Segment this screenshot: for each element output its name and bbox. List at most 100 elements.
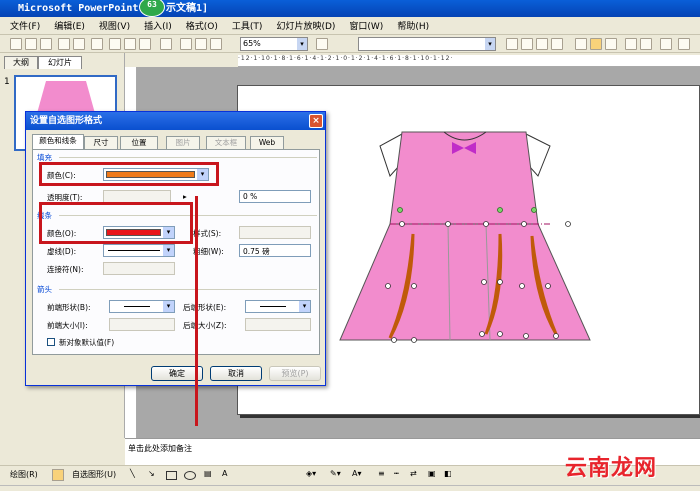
transparency-input[interactable]: 0 % (239, 190, 311, 203)
tab-size[interactable]: 尺寸 (84, 136, 118, 149)
arrow-style-icon[interactable]: ⇄ (410, 469, 417, 478)
tab-position[interactable]: 位置 (120, 136, 158, 149)
align-right-icon[interactable] (605, 38, 617, 50)
font-select[interactable]: ▾ (358, 37, 496, 51)
end-style-select[interactable]: ▾ (245, 300, 311, 313)
line-style-icon[interactable]: ≡ (378, 469, 385, 478)
menu-help[interactable]: 帮助(H) (397, 19, 429, 32)
font-grow-icon[interactable] (660, 38, 672, 50)
end-size-select[interactable] (245, 318, 311, 331)
numbering-icon[interactable] (625, 38, 637, 50)
3d-style-icon[interactable]: ◧ (444, 469, 452, 478)
fill-color-icon[interactable]: ◈▾ (306, 469, 316, 478)
arrow-preview (124, 306, 150, 307)
chevron-down-icon: ▾ (485, 38, 495, 50)
chevron-down-icon: ▾ (163, 245, 174, 256)
shadow-style-icon[interactable]: ▣ (428, 469, 436, 478)
slide-number: 1 (4, 77, 10, 87)
menu-tools[interactable]: 工具(T) (232, 19, 263, 32)
line-color-icon[interactable]: ✎▾ (330, 469, 341, 478)
end-style-label: 后端形状(E): (183, 303, 227, 312)
paste-icon[interactable] (139, 38, 151, 50)
horizontal-ruler: ·12·1·10·1·8·1·6·1·4·1·2·1·0·1·2·1·4·1·6… (238, 55, 700, 67)
close-icon[interactable]: × (309, 114, 323, 128)
begin-style-select[interactable]: ▾ (109, 300, 175, 313)
tab-colors-lines[interactable]: 颜色和线条 (32, 134, 84, 149)
oval-tool-icon[interactable] (184, 471, 196, 480)
weight-input[interactable]: 0.75 磅 (239, 244, 311, 257)
tab-slides[interactable]: 幻灯片 (38, 56, 82, 69)
chevron-down-icon: ▾ (297, 38, 307, 50)
bodice[interactable] (389, 131, 539, 225)
dash-label: 虚线(D): (47, 247, 77, 256)
menu-file[interactable]: 文件(F) (10, 19, 40, 32)
font-color-icon[interactable]: A▾ (352, 469, 362, 478)
align-left-icon[interactable] (575, 38, 587, 50)
default-checkbox[interactable] (47, 338, 55, 346)
rectangle-tool-icon[interactable] (166, 471, 177, 480)
chevron-down-icon: ▾ (163, 301, 174, 312)
begin-size-select[interactable] (109, 318, 175, 331)
bold-icon[interactable] (506, 38, 518, 50)
tab-textbox[interactable]: 文本框 (206, 136, 246, 149)
open-icon[interactable] (25, 38, 37, 50)
arrow-tool-icon[interactable]: ↘ (148, 469, 155, 478)
select-pointer-icon[interactable] (52, 469, 64, 481)
chart-icon[interactable] (180, 38, 192, 50)
line-tool-icon[interactable]: ╲ (130, 469, 135, 478)
wordart-tool-icon[interactable]: A (222, 469, 227, 478)
menu-insert[interactable]: 插入(I) (144, 19, 172, 32)
new-icon[interactable] (10, 38, 22, 50)
slider-arrow-icon: ▸ (183, 192, 187, 201)
preview-button[interactable]: 预览(P) (269, 366, 321, 381)
watermark: 云南龙网 (565, 456, 658, 481)
preview-icon[interactable] (73, 38, 85, 50)
underline-icon[interactable] (536, 38, 548, 50)
table-icon[interactable] (195, 38, 207, 50)
fill-color-highlight (39, 162, 219, 186)
line-style-select[interactable] (239, 226, 311, 239)
undo-icon[interactable] (160, 38, 172, 50)
menu-format[interactable]: 格式(O) (186, 19, 218, 32)
menu-bar: 文件(F) 编辑(E) 视图(V) 插入(I) 格式(O) 工具(T) 幻灯片放… (0, 17, 700, 35)
align-center-icon[interactable] (590, 38, 602, 50)
dash-style-icon[interactable]: ┅ (394, 469, 399, 478)
spellcheck-icon[interactable] (91, 38, 103, 50)
chevron-down-icon: ▾ (299, 301, 310, 312)
shadow-icon[interactable] (551, 38, 563, 50)
textbox-tool-icon[interactable]: ▤ (204, 469, 212, 478)
highlight-connector (195, 196, 198, 426)
standard-toolbar: 65% ▾ ▾ (0, 35, 700, 53)
font-shrink-icon[interactable] (678, 38, 690, 50)
help-icon[interactable] (316, 38, 328, 50)
window-title: Microsoft PowerPoint (18, 3, 139, 14)
divider (59, 157, 317, 158)
cut-icon[interactable] (109, 38, 121, 50)
arrow-preview (260, 306, 286, 307)
dash-select[interactable]: ▾ (103, 244, 175, 257)
tab-picture[interactable]: 图片 (166, 136, 200, 149)
connector-label: 连接符(N): (47, 265, 84, 274)
begin-size-label: 前端大小(I): (47, 321, 88, 330)
menu-slideshow[interactable]: 幻灯片放映(D) (276, 19, 335, 32)
end-size-label: 后端大小(Z): (183, 321, 227, 330)
menu-view[interactable]: 视图(V) (99, 19, 130, 32)
notification-badge: 63 (139, 0, 165, 17)
line-color-highlight (39, 202, 193, 244)
menu-window[interactable]: 窗口(W) (349, 19, 383, 32)
grid-icon[interactable] (210, 38, 222, 50)
print-icon[interactable] (58, 38, 70, 50)
bullets-icon[interactable] (640, 38, 652, 50)
italic-icon[interactable] (521, 38, 533, 50)
autoshapes-menu[interactable]: 自选图形(U) (72, 469, 116, 480)
save-icon[interactable] (40, 38, 52, 50)
window-title-bar: Microsoft PowerPoint 63 示文稿1] (0, 0, 700, 17)
tab-web[interactable]: Web (250, 136, 284, 149)
connector-select[interactable] (103, 262, 175, 275)
cancel-button[interactable]: 取消 (210, 366, 262, 381)
zoom-select[interactable]: 65% ▾ (240, 37, 308, 51)
draw-menu[interactable]: 绘图(R) (10, 469, 38, 480)
menu-edit[interactable]: 编辑(E) (54, 19, 85, 32)
tab-outline[interactable]: 大纲 (4, 56, 38, 69)
copy-icon[interactable] (124, 38, 136, 50)
